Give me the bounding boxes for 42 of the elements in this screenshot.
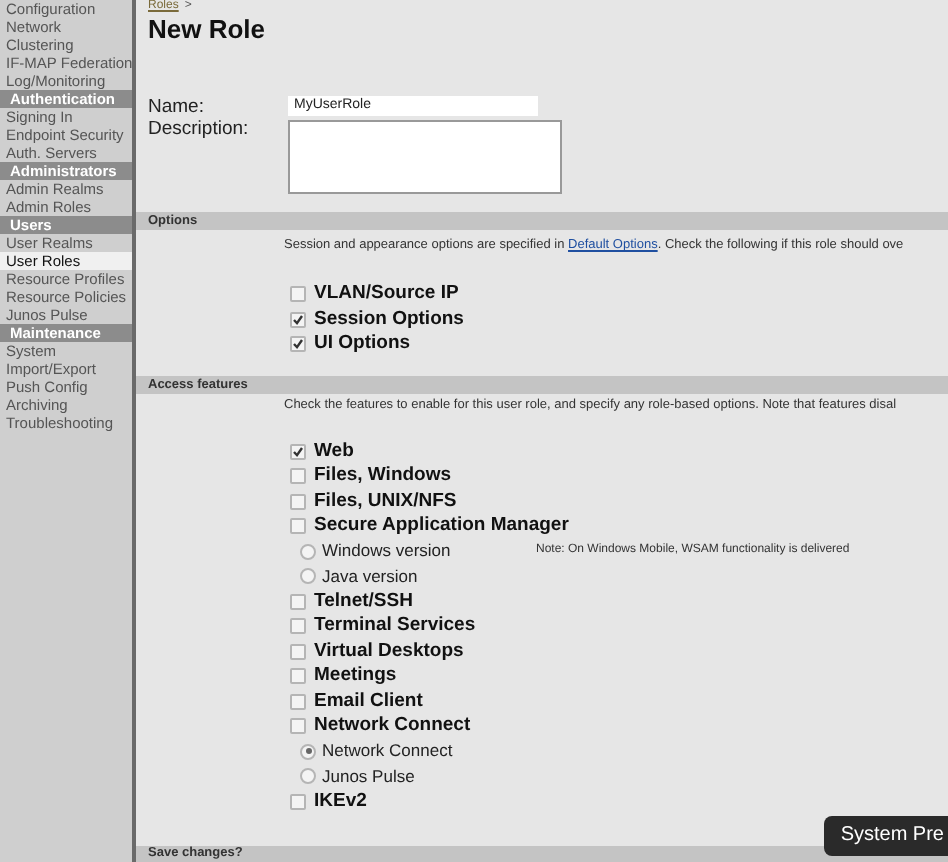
feature-label: Network Connect [314, 712, 471, 741]
checkbox[interactable] [290, 336, 306, 353]
feature-label: IKEv2 [314, 787, 367, 816]
checkmark-icon [292, 445, 304, 458]
checkbox[interactable] [290, 493, 306, 510]
checkbox[interactable] [290, 618, 306, 635]
checkbox[interactable] [290, 793, 306, 810]
option-label: VLAN/Source IP [314, 280, 459, 309]
checkbox[interactable] [290, 668, 306, 685]
description-label: Description: [148, 118, 251, 140]
checkbox[interactable] [290, 718, 306, 735]
radio-label: Junos Pulse [322, 765, 417, 788]
feature-label: Files, UNIX/NFS [314, 487, 457, 516]
radio-button[interactable] [300, 568, 316, 585]
checkbox[interactable] [290, 518, 306, 535]
radio-button[interactable] [300, 768, 316, 785]
description-field[interactable] [288, 120, 562, 194]
name-label: Name: [148, 96, 206, 118]
checkbox[interactable] [290, 643, 306, 660]
radio-button[interactable] [300, 543, 316, 560]
option-label: UI Options [314, 330, 411, 359]
radio-button[interactable] [300, 743, 316, 760]
radio-label: Java version [322, 565, 420, 588]
checkbox[interactable] [290, 286, 306, 303]
radio-label: Windows version [322, 540, 453, 563]
option-label: Session Options [314, 305, 464, 334]
feature-label: Secure Application Manager [314, 512, 569, 541]
checkbox[interactable] [290, 693, 306, 710]
tooltip: System Pre [824, 816, 948, 856]
checkbox[interactable] [290, 311, 306, 328]
radio-label: Network Connect [322, 740, 455, 763]
feature-label: Terminal Services [314, 612, 476, 641]
feature-label: Meetings [314, 662, 397, 691]
feature-label: Telnet/SSH [314, 587, 413, 616]
checkbox[interactable] [290, 468, 306, 485]
feature-label: Virtual Desktops [314, 637, 464, 666]
page-title: New Role [146, 14, 268, 44]
feature-label: Web [314, 437, 354, 466]
checkbox[interactable] [290, 443, 306, 460]
checkbox[interactable] [290, 593, 306, 610]
feature-label: Files, Windows [314, 462, 452, 491]
feature-label: Email Client [314, 687, 423, 716]
